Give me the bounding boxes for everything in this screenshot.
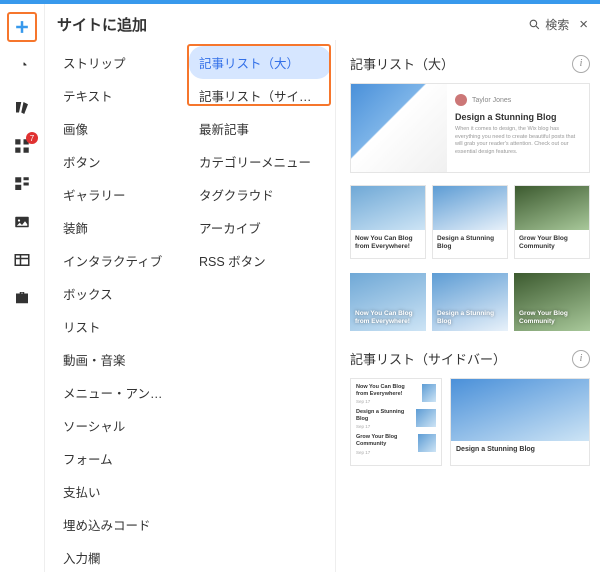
mini-card[interactable]: Design a Stunning Blog: [432, 185, 508, 259]
close-icon[interactable]: ×: [579, 16, 588, 33]
apps-icon[interactable]: 7: [12, 136, 32, 156]
cat-strip[interactable]: ストリップ: [55, 46, 177, 79]
info-icon[interactable]: i: [572, 350, 590, 368]
info-icon[interactable]: i: [572, 55, 590, 73]
cat-video[interactable]: 動画・音楽: [55, 343, 177, 376]
preview-card-big[interactable]: Taylor Jones Design a Stunning Blog When…: [350, 83, 590, 173]
search-label: 検索: [545, 16, 569, 33]
cat-form[interactable]: フォーム: [55, 442, 177, 475]
cat-button[interactable]: ボタン: [55, 145, 177, 178]
preview-row-overlay: Now You Can Blog from Everywhere! Design…: [350, 273, 590, 331]
sub-tagcloud[interactable]: タグクラウド: [189, 178, 331, 211]
overlay-card[interactable]: Now You Can Blog from Everywhere!: [350, 273, 426, 331]
card-body: When it comes to design, the Wix blog ha…: [455, 126, 581, 157]
preview-row-cards: Now You Can Blog from Everywhere! Design…: [350, 185, 590, 259]
badge: 7: [26, 132, 38, 144]
cat-embed[interactable]: 埋め込みコード: [55, 508, 177, 541]
sub-postlist-large[interactable]: 記事リスト（大）: [189, 46, 331, 79]
panel-title: サイトに追加: [57, 14, 528, 35]
sub-rss[interactable]: RSS ボタン: [189, 244, 331, 277]
avatar: [455, 94, 467, 106]
sub-archive[interactable]: アーカイブ: [189, 211, 331, 244]
preview-sidebar-group: Now You Can Blog from Everywhere!Sep 17 …: [350, 378, 590, 466]
cat-gallery[interactable]: ギャラリー: [55, 178, 177, 211]
cat-pay[interactable]: 支払い: [55, 475, 177, 508]
table-icon[interactable]: [12, 250, 32, 270]
theme-icon[interactable]: [12, 98, 32, 118]
section2-title: 記事リスト（サイドバー）: [350, 349, 572, 368]
overlay-card[interactable]: Design a Stunning Blog: [432, 273, 508, 331]
cat-decor[interactable]: 装飾: [55, 211, 177, 244]
cat-text[interactable]: テキスト: [55, 79, 177, 112]
section1-title: 記事リスト（大）: [350, 54, 572, 73]
card-image: [351, 84, 447, 172]
panel-header: サイトに追加 検索 ×: [45, 4, 600, 40]
business-icon[interactable]: [12, 288, 32, 308]
left-rail: 7: [0, 4, 45, 572]
subcat-column: 記事リスト（大） 記事リスト（サイド... 最新記事 カテゴリーメニュー タグク…: [185, 40, 335, 572]
mini-card[interactable]: Grow Your Blog Community: [514, 185, 590, 259]
sub-recent[interactable]: 最新記事: [189, 112, 331, 145]
author-name: Taylor Jones: [472, 97, 511, 104]
overlay-card[interactable]: Grow Your Blog Community: [514, 273, 590, 331]
sub-postlist-side[interactable]: 記事リスト（サイド...: [189, 79, 331, 112]
cat-list[interactable]: リスト: [55, 310, 177, 343]
cat-box[interactable]: ボックス: [55, 277, 177, 310]
cat-image[interactable]: 画像: [55, 112, 177, 145]
layout-icon[interactable]: [12, 174, 32, 194]
page-icon[interactable]: [12, 60, 32, 80]
cat-input[interactable]: 入力欄: [55, 541, 177, 572]
sidebar-big-preview[interactable]: Design a Stunning Blog: [450, 378, 590, 466]
mini-card[interactable]: Now You Can Blog from Everywhere!: [350, 185, 426, 259]
preview-column: 記事リスト（大） i Taylor Jones Design a Stunnin…: [335, 40, 600, 572]
cat-social[interactable]: ソーシャル: [55, 409, 177, 442]
sub-catmenu[interactable]: カテゴリーメニュー: [189, 145, 331, 178]
category-column: ストリップ テキスト 画像 ボタン ギャラリー 装飾 インタラクティブ ボックス…: [45, 40, 185, 572]
cat-interactive[interactable]: インタラクティブ: [55, 244, 177, 277]
media-icon[interactable]: [12, 212, 32, 232]
search-button[interactable]: 検索: [528, 16, 569, 33]
sidebar-list-preview[interactable]: Now You Can Blog from Everywhere!Sep 17 …: [350, 378, 442, 466]
card-title: Design a Stunning Blog: [455, 112, 581, 122]
add-icon[interactable]: [7, 12, 37, 42]
cat-menu[interactable]: メニュー・アンカー: [55, 376, 177, 409]
